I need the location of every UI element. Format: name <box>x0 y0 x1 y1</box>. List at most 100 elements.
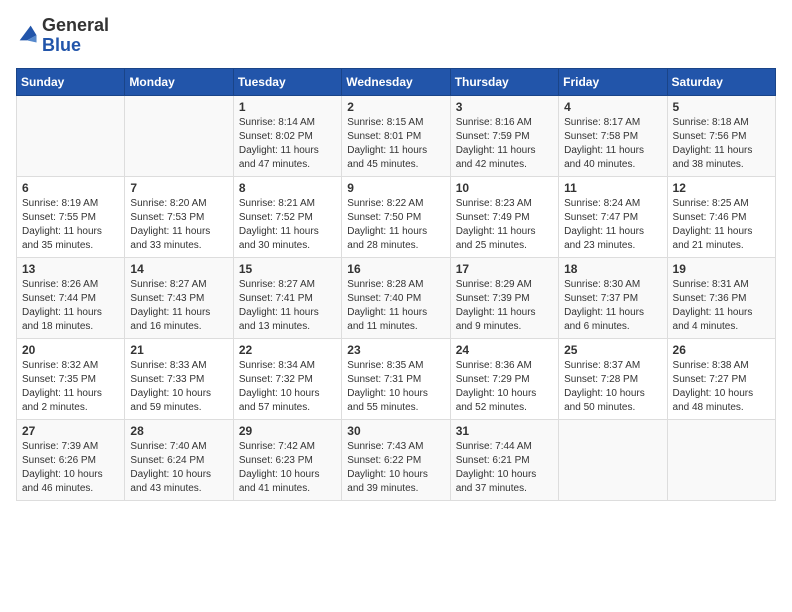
col-header-saturday: Saturday <box>667 68 775 95</box>
day-number: 22 <box>239 343 336 357</box>
calendar-cell: 20 Sunrise: 8:32 AM Sunset: 7:35 PM Dayli… <box>17 338 125 419</box>
day-info: Sunrise: 8:20 AM Sunset: 7:53 PM Dayligh… <box>130 197 227 253</box>
day-info: Sunrise: 8:28 AM Sunset: 7:40 PM Dayligh… <box>347 278 444 334</box>
calendar-cell: 15 Sunrise: 8:27 AM Sunset: 7:41 PM Dayli… <box>233 257 341 338</box>
calendar-cell <box>559 419 667 500</box>
day-number: 10 <box>456 181 553 195</box>
calendar-cell: 13 Sunrise: 8:26 AM Sunset: 7:44 PM Dayli… <box>17 257 125 338</box>
calendar-cell: 4 Sunrise: 8:17 AM Sunset: 7:58 PM Daylig… <box>559 95 667 176</box>
calendar-week-row: 6 Sunrise: 8:19 AM Sunset: 7:55 PM Daylig… <box>17 176 776 257</box>
calendar-cell: 12 Sunrise: 8:25 AM Sunset: 7:46 PM Dayli… <box>667 176 775 257</box>
calendar-cell: 14 Sunrise: 8:27 AM Sunset: 7:43 PM Dayli… <box>125 257 233 338</box>
calendar-week-row: 20 Sunrise: 8:32 AM Sunset: 7:35 PM Dayli… <box>17 338 776 419</box>
day-number: 29 <box>239 424 336 438</box>
day-info: Sunrise: 8:25 AM Sunset: 7:46 PM Dayligh… <box>673 197 770 253</box>
day-number: 16 <box>347 262 444 276</box>
col-header-sunday: Sunday <box>17 68 125 95</box>
calendar-cell: 29 Sunrise: 7:42 AM Sunset: 6:23 PM Dayli… <box>233 419 341 500</box>
day-number: 4 <box>564 100 661 114</box>
calendar-week-row: 27Sunrise: 7:39 AM Sunset: 6:26 PM Dayli… <box>17 419 776 500</box>
day-info: Sunrise: 8:23 AM Sunset: 7:49 PM Dayligh… <box>456 197 553 253</box>
day-info: Sunrise: 8:16 AM Sunset: 7:59 PM Dayligh… <box>456 116 553 172</box>
day-info: Sunrise: 8:18 AM Sunset: 7:56 PM Dayligh… <box>673 116 770 172</box>
day-number: 14 <box>130 262 227 276</box>
col-header-monday: Monday <box>125 68 233 95</box>
day-number: 18 <box>564 262 661 276</box>
day-info: Sunrise: 7:40 AM Sunset: 6:24 PM Dayligh… <box>130 440 227 496</box>
day-info: Sunrise: 8:37 AM Sunset: 7:28 PM Dayligh… <box>564 359 661 415</box>
day-info: Sunrise: 8:31 AM Sunset: 7:36 PM Dayligh… <box>673 278 770 334</box>
day-info: Sunrise: 8:24 AM Sunset: 7:47 PM Dayligh… <box>564 197 661 253</box>
calendar-week-row: 1Sunrise: 8:14 AM Sunset: 8:02 PM Daylig… <box>17 95 776 176</box>
day-number: 2 <box>347 100 444 114</box>
calendar-cell: 27Sunrise: 7:39 AM Sunset: 6:26 PM Dayli… <box>17 419 125 500</box>
logo-icon <box>16 22 38 44</box>
day-number: 1 <box>239 100 336 114</box>
day-number: 23 <box>347 343 444 357</box>
calendar-cell: 18 Sunrise: 8:30 AM Sunset: 7:37 PM Dayli… <box>559 257 667 338</box>
calendar-cell: 10 Sunrise: 8:23 AM Sunset: 7:49 PM Dayli… <box>450 176 558 257</box>
calendar-cell: 2 Sunrise: 8:15 AM Sunset: 8:01 PM Daylig… <box>342 95 450 176</box>
calendar-header-row: SundayMondayTuesdayWednesdayThursdayFrid… <box>17 68 776 95</box>
day-number: 8 <box>239 181 336 195</box>
calendar-cell: 19 Sunrise: 8:31 AM Sunset: 7:36 PM Dayli… <box>667 257 775 338</box>
logo: General Blue <box>16 16 109 56</box>
calendar-table: SundayMondayTuesdayWednesdayThursdayFrid… <box>16 68 776 501</box>
col-header-thursday: Thursday <box>450 68 558 95</box>
calendar-cell: 22Sunrise: 8:34 AM Sunset: 7:32 PM Dayli… <box>233 338 341 419</box>
day-number: 19 <box>673 262 770 276</box>
day-info: Sunrise: 8:21 AM Sunset: 7:52 PM Dayligh… <box>239 197 336 253</box>
day-number: 26 <box>673 343 770 357</box>
day-number: 11 <box>564 181 661 195</box>
day-number: 31 <box>456 424 553 438</box>
day-info: Sunrise: 8:30 AM Sunset: 7:37 PM Dayligh… <box>564 278 661 334</box>
calendar-cell: 9Sunrise: 8:22 AM Sunset: 7:50 PM Daylig… <box>342 176 450 257</box>
calendar-cell <box>17 95 125 176</box>
calendar-cell: 8 Sunrise: 8:21 AM Sunset: 7:52 PM Daylig… <box>233 176 341 257</box>
col-header-tuesday: Tuesday <box>233 68 341 95</box>
calendar-cell: 31 Sunrise: 7:44 AM Sunset: 6:21 PM Dayli… <box>450 419 558 500</box>
day-number: 9 <box>347 181 444 195</box>
calendar-cell: 30 Sunrise: 7:43 AM Sunset: 6:22 PM Dayli… <box>342 419 450 500</box>
calendar-cell: 16 Sunrise: 8:28 AM Sunset: 7:40 PM Dayli… <box>342 257 450 338</box>
day-number: 12 <box>673 181 770 195</box>
col-header-wednesday: Wednesday <box>342 68 450 95</box>
col-header-friday: Friday <box>559 68 667 95</box>
calendar-cell: 23 Sunrise: 8:35 AM Sunset: 7:31 PM Dayli… <box>342 338 450 419</box>
calendar-week-row: 13 Sunrise: 8:26 AM Sunset: 7:44 PM Dayli… <box>17 257 776 338</box>
day-info: Sunrise: 8:27 AM Sunset: 7:41 PM Dayligh… <box>239 278 336 334</box>
day-info: Sunrise: 8:38 AM Sunset: 7:27 PM Dayligh… <box>673 359 770 415</box>
day-number: 17 <box>456 262 553 276</box>
day-info: Sunrise: 8:17 AM Sunset: 7:58 PM Dayligh… <box>564 116 661 172</box>
page-header: General Blue <box>16 16 776 56</box>
day-info: Sunrise: 8:33 AM Sunset: 7:33 PM Dayligh… <box>130 359 227 415</box>
calendar-cell: 24 Sunrise: 8:36 AM Sunset: 7:29 PM Dayli… <box>450 338 558 419</box>
day-number: 15 <box>239 262 336 276</box>
calendar-cell: 17Sunrise: 8:29 AM Sunset: 7:39 PM Dayli… <box>450 257 558 338</box>
day-info: Sunrise: 8:35 AM Sunset: 7:31 PM Dayligh… <box>347 359 444 415</box>
day-info: Sunrise: 7:44 AM Sunset: 6:21 PM Dayligh… <box>456 440 553 496</box>
day-number: 20 <box>22 343 119 357</box>
calendar-cell <box>125 95 233 176</box>
day-info: Sunrise: 8:15 AM Sunset: 8:01 PM Dayligh… <box>347 116 444 172</box>
day-info: Sunrise: 7:43 AM Sunset: 6:22 PM Dayligh… <box>347 440 444 496</box>
logo-text-general: General <box>42 16 109 36</box>
day-number: 5 <box>673 100 770 114</box>
calendar-cell: 11 Sunrise: 8:24 AM Sunset: 7:47 PM Dayli… <box>559 176 667 257</box>
calendar-cell: 7Sunrise: 8:20 AM Sunset: 7:53 PM Daylig… <box>125 176 233 257</box>
day-number: 13 <box>22 262 119 276</box>
day-number: 30 <box>347 424 444 438</box>
day-info: Sunrise: 8:26 AM Sunset: 7:44 PM Dayligh… <box>22 278 119 334</box>
day-number: 6 <box>22 181 119 195</box>
day-info: Sunrise: 8:36 AM Sunset: 7:29 PM Dayligh… <box>456 359 553 415</box>
day-number: 3 <box>456 100 553 114</box>
day-info: Sunrise: 8:27 AM Sunset: 7:43 PM Dayligh… <box>130 278 227 334</box>
day-number: 24 <box>456 343 553 357</box>
calendar-cell: 5 Sunrise: 8:18 AM Sunset: 7:56 PM Daylig… <box>667 95 775 176</box>
day-number: 28 <box>130 424 227 438</box>
day-info: Sunrise: 8:32 AM Sunset: 7:35 PM Dayligh… <box>22 359 119 415</box>
day-info: Sunrise: 7:42 AM Sunset: 6:23 PM Dayligh… <box>239 440 336 496</box>
calendar-cell: 6 Sunrise: 8:19 AM Sunset: 7:55 PM Daylig… <box>17 176 125 257</box>
day-info: Sunrise: 8:19 AM Sunset: 7:55 PM Dayligh… <box>22 197 119 253</box>
day-info: Sunrise: 7:39 AM Sunset: 6:26 PM Dayligh… <box>22 440 119 496</box>
